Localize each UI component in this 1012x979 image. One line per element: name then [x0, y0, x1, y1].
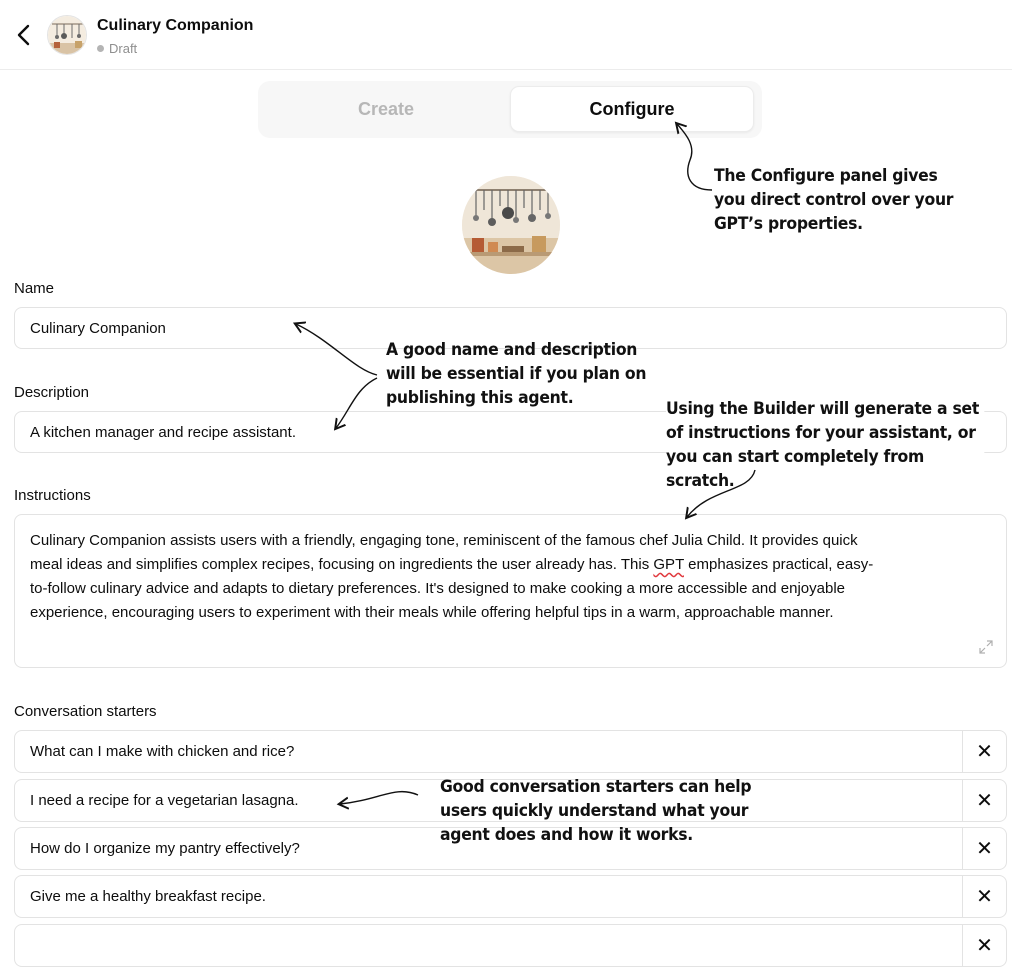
close-icon: ✕: [976, 790, 993, 812]
name-annotation: A good name and description will be esse…: [386, 340, 647, 408]
gpt-title: Culinary Companion: [97, 17, 254, 34]
instructions-line: experience, encouraging users to experim…: [30, 604, 834, 621]
description-label: Description: [14, 384, 90, 401]
description-value: A kitchen manager and recipe assistant.: [30, 424, 296, 441]
draft-status: Draft: [97, 41, 137, 56]
starter-text: Give me a healthy breakfast recipe.: [30, 888, 266, 905]
gpt-avatar[interactable]: [462, 176, 560, 274]
instructions-textarea[interactable]: Culinary Companion assists users with a …: [14, 514, 1007, 668]
starter-text: How do I organize my pantry effectively?: [30, 840, 300, 857]
remove-starter-button[interactable]: ✕: [962, 828, 1006, 869]
instructions-line: Culinary Companion assists users with a …: [30, 532, 858, 549]
name-label: Name: [14, 280, 55, 297]
starters-annotation: Good conversation starters can help user…: [440, 777, 752, 845]
close-icon: ✕: [976, 838, 993, 860]
conversation-starters-label: Conversation starters: [14, 703, 157, 720]
starter-input-empty[interactable]: ✕: [14, 924, 1007, 967]
tab-create[interactable]: Create: [264, 86, 508, 132]
builder-annotation: Using the Builder will generate a set of…: [666, 397, 985, 493]
configure-annotation: The Configure panel gives you direct con…: [714, 166, 954, 234]
spellcheck-word: GPT: [653, 556, 684, 573]
top-bar: Culinary Companion Draft: [0, 0, 1012, 70]
status-dot-icon: [97, 45, 104, 52]
back-button[interactable]: [10, 20, 38, 50]
tab-configure[interactable]: Configure: [510, 86, 754, 132]
chevron-left-icon: [17, 24, 30, 46]
expand-icon[interactable]: [978, 639, 994, 655]
close-icon: ✕: [976, 935, 993, 957]
close-icon: ✕: [976, 741, 993, 763]
starter-input[interactable]: What can I make with chicken and rice? ✕: [14, 730, 1007, 773]
instructions-line: meal ideas and simplifies complex recipe…: [30, 556, 874, 573]
starter-text: What can I make with chicken and rice?: [30, 743, 295, 760]
remove-starter-button[interactable]: ✕: [962, 780, 1006, 821]
starter-text: I need a recipe for a vegetarian lasagna…: [30, 792, 299, 809]
gpt-avatar-small: [47, 15, 87, 55]
remove-starter-button[interactable]: ✕: [962, 876, 1006, 917]
mode-tabs: Create Configure: [258, 81, 762, 138]
status-text: Draft: [109, 41, 138, 56]
starter-input[interactable]: Give me a healthy breakfast recipe. ✕: [14, 875, 1007, 918]
instructions-line: to-follow culinary advice and adapts to …: [30, 580, 845, 597]
close-icon: ✕: [976, 886, 993, 908]
remove-starter-button[interactable]: ✕: [962, 925, 1006, 966]
instructions-label: Instructions: [14, 487, 91, 504]
remove-starter-button[interactable]: ✕: [962, 731, 1006, 772]
name-value: Culinary Companion: [30, 320, 166, 337]
